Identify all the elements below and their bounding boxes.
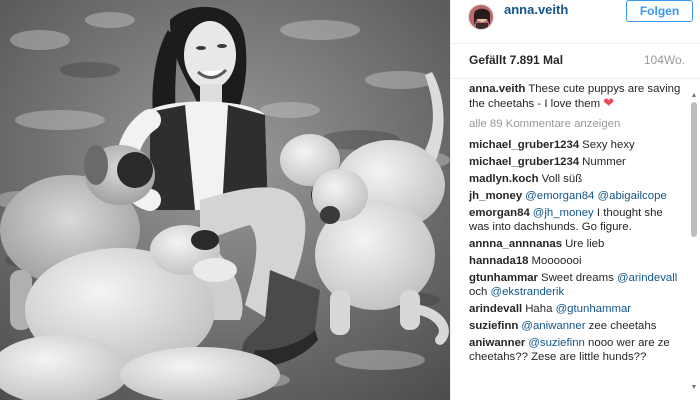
- comment-text: och: [469, 286, 491, 298]
- comment-text: Mooooooi: [531, 255, 582, 267]
- follow-button[interactable]: Folgen: [626, 0, 693, 22]
- comments-scrollbar[interactable]: ▲ ▼: [690, 92, 698, 392]
- instagram-post-window: anna.veith Folgen Gefällt 7.891 Mal 104W…: [0, 0, 700, 400]
- heart-icon: ❤: [603, 95, 615, 110]
- comment-text: Ure lieb: [565, 238, 605, 250]
- post-header: anna.veith Folgen: [451, 0, 700, 44]
- comment-text: Haha: [525, 303, 556, 315]
- header-username[interactable]: anna.veith: [504, 3, 568, 17]
- comment-author[interactable]: gtunhammar: [469, 272, 538, 284]
- comment-mention-link[interactable]: @emorgan84: [525, 190, 594, 202]
- comment-author[interactable]: suziefinn: [469, 320, 518, 332]
- avatar[interactable]: [468, 4, 494, 30]
- comment-row: michael_gruber1234 Sexy hexy: [469, 138, 685, 152]
- comment-mention-link[interactable]: @suziefinn: [528, 337, 585, 349]
- comment-author[interactable]: madlyn.koch: [469, 173, 539, 185]
- comment-container: michael_gruber1234 Sexy hexy michael_grube…: [469, 138, 685, 364]
- likes-row: Gefällt 7.891 Mal 104Wo.: [469, 53, 685, 69]
- load-more-comments-link[interactable]: alle 89 Kommentare anzeigen: [469, 117, 685, 131]
- comment-row: aniwanner @suziefinn nooo wer are ze chee…: [469, 336, 685, 364]
- comments-section: anna.veith These cute puppys are saving t…: [451, 78, 700, 400]
- avatar-image: [469, 5, 493, 29]
- comment-row: michael_gruber1234 Nummer: [469, 155, 685, 169]
- scroll-down-arrow-icon[interactable]: ▼: [690, 384, 698, 392]
- caption: anna.veith These cute puppys are saving t…: [469, 82, 685, 111]
- comment-author[interactable]: annna_annnanas: [469, 238, 562, 250]
- comment-mention-link[interactable]: @gtunhammar: [556, 303, 632, 315]
- comment-text: Sexy hexy: [582, 139, 635, 151]
- comment-author[interactable]: emorgan84: [469, 207, 530, 219]
- comment-row: hannada18 Mooooooi: [469, 254, 685, 268]
- comment-row: arindevall Haha @gtunhammar: [469, 302, 685, 316]
- scroll-up-arrow-icon[interactable]: ▲: [690, 92, 698, 100]
- comment-list: anna.veith These cute puppys are saving t…: [469, 82, 685, 367]
- photo-illustration: [0, 0, 450, 400]
- comment-text: Nummer: [582, 156, 626, 168]
- post-sidebar: anna.veith Folgen Gefällt 7.891 Mal 104W…: [450, 0, 700, 400]
- scroll-thumb[interactable]: [691, 102, 697, 237]
- comment-mention-link[interactable]: @aniwanner: [521, 320, 585, 332]
- comment-mention-link[interactable]: @arindevall: [617, 272, 677, 284]
- comment-author[interactable]: jh_money: [469, 190, 522, 202]
- comment-row: jh_money @emorgan84 @abigailcope: [469, 189, 685, 203]
- comment-mention-link[interactable]: @abigailcope: [598, 190, 667, 202]
- comment-author[interactable]: hannada18: [469, 255, 529, 267]
- caption-author[interactable]: anna.veith: [469, 83, 525, 95]
- comment-row: gtunhammar Sweet dreams @arindevall och @…: [469, 271, 685, 299]
- comment-mention-link[interactable]: @ekstranderik: [491, 286, 565, 298]
- comment-text: Voll süß: [541, 173, 583, 185]
- post-age[interactable]: 104Wo.: [644, 53, 685, 67]
- comment-author[interactable]: aniwanner: [469, 337, 525, 349]
- comment-row: suziefinn @aniwanner zee cheetahs: [469, 319, 685, 333]
- comment-mention-link[interactable]: @jh_money: [533, 207, 594, 219]
- comment-text: Sweet dreams: [540, 272, 617, 284]
- comment-author[interactable]: michael_gruber1234: [469, 156, 579, 168]
- comment-author[interactable]: arindevall: [469, 303, 522, 315]
- comment-text: zee cheetahs: [585, 320, 657, 332]
- like-count[interactable]: Gefällt 7.891 Mal: [469, 53, 563, 67]
- comment-row: emorgan84 @jh_money I thought she was int…: [469, 206, 685, 234]
- post-photo[interactable]: [0, 0, 450, 400]
- comment-row: madlyn.koch Voll süß: [469, 172, 685, 186]
- comment-author[interactable]: michael_gruber1234: [469, 139, 579, 151]
- comment-row: annna_annnanas Ure lieb: [469, 237, 685, 251]
